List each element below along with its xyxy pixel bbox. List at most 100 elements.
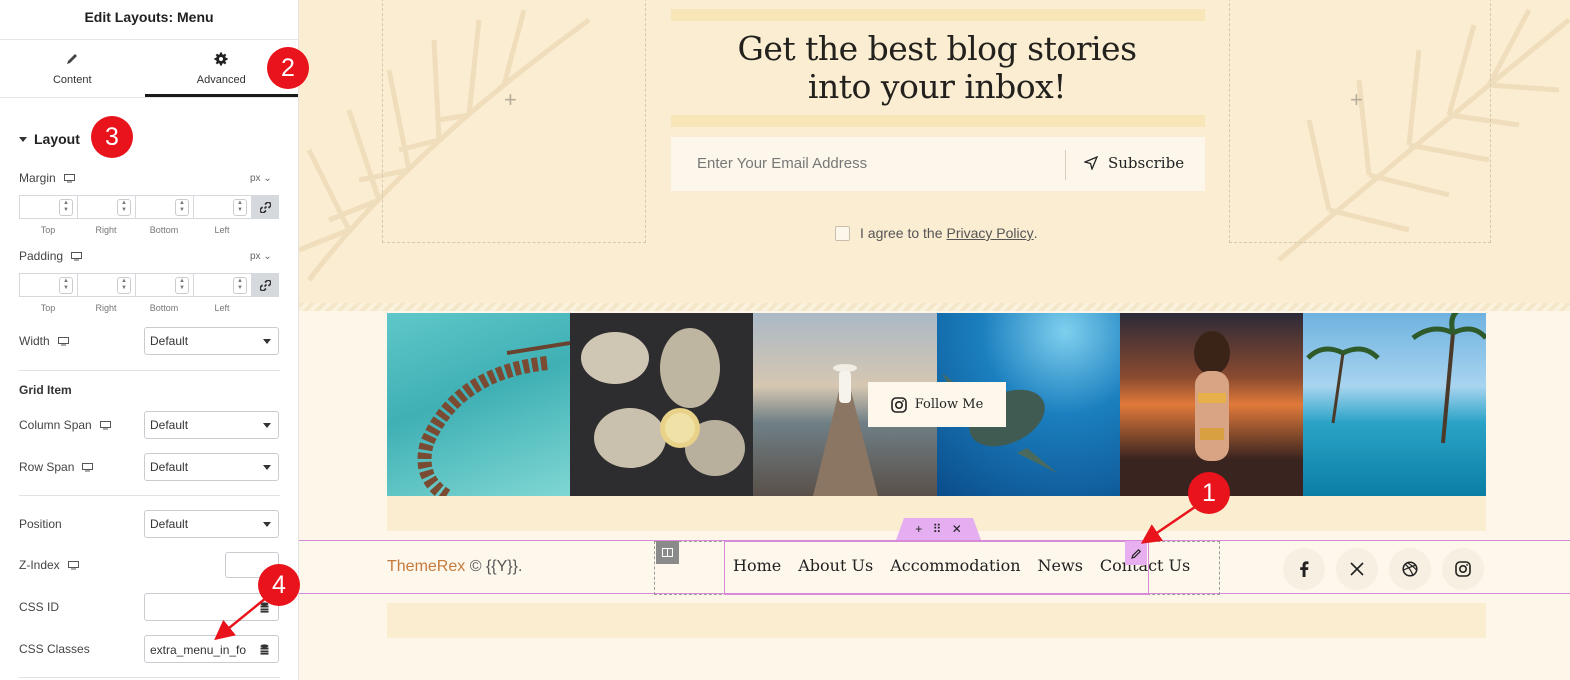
margin-unit-select[interactable]: px ⌄ [250,173,272,184]
brand-link[interactable]: ThemeRex [387,558,465,575]
desktop-icon[interactable] [63,173,75,183]
desktop-icon[interactable] [67,560,79,570]
margin-top-input[interactable]: ▲ ▼ [19,195,77,219]
divider [19,495,280,496]
subscribe-form: Enter Your Email Address Subscribe [671,137,1205,191]
menu-item-about-us[interactable]: About Us [798,556,873,575]
margin-bottom-input[interactable]: ▲ ▼ [135,195,193,219]
database-icon [260,601,268,613]
decor-strip [387,603,1486,638]
footer-menu: Home About Us Accommodation News Contact… [733,556,1190,575]
desktop-icon[interactable] [71,251,83,261]
social-facebook-button[interactable] [1283,548,1325,590]
gallery-image-oysters-lemon[interactable] [570,313,754,496]
agree-period: . [1033,225,1038,241]
agree-text: I agree to the [860,225,943,241]
close-icon[interactable]: ✕ [952,522,962,536]
facebook-icon [1300,561,1309,577]
gallery-image-woman-sunset[interactable] [1119,313,1303,496]
menu-item-home[interactable]: Home [733,556,781,575]
pencil-icon [1130,548,1141,559]
link-values-button[interactable] [251,195,279,219]
add-widget-plus-icon[interactable]: + [504,87,517,113]
decor-strip [671,115,1205,127]
row-span-select[interactable]: Default [144,453,279,481]
position-select[interactable]: Default [144,510,279,538]
social-x-button[interactable] [1336,548,1378,590]
empty-column-right[interactable]: + [1229,0,1491,243]
menu-item-news[interactable]: News [1038,556,1083,575]
padding-label-text: Padding [19,249,64,263]
add-element-icon[interactable]: + [915,522,922,536]
follow-me-label: Follow Me [914,397,984,412]
social-instagram-button[interactable] [1442,548,1484,590]
divider [19,370,280,371]
padding-right-input[interactable]: ▲ ▼ [77,273,135,297]
privacy-policy-link[interactable]: Privacy Policy [947,225,1034,241]
section-divider-stripe [299,303,1570,311]
padding-fields: ▲ ▼ ▲ ▼ ▲ ▼ ▲ ▼ [19,273,279,297]
spinner-icon[interactable]: ▲ ▼ [59,277,73,294]
spinner-icon[interactable]: ▲ ▼ [117,199,131,216]
section-layout-toggle[interactable]: Layout [19,131,80,147]
field-label: Right [95,225,117,235]
spinner-icon[interactable]: ▲ ▼ [233,277,247,294]
field-label: Bottom [149,225,179,235]
privacy-agreement: I agree to the Privacy Policy. [835,225,1038,241]
gallery-image-overwater-villas[interactable] [387,313,571,496]
padding-unit-select[interactable]: px ⌄ [250,251,272,262]
pencil-icon [0,52,145,70]
annotation-badge-3: 3 [91,116,133,158]
spinner-icon[interactable]: ▲ ▼ [233,199,247,216]
desktop-icon[interactable] [57,336,69,346]
annotation-badge-1: 1 [1188,472,1230,514]
spinner-icon[interactable]: ▲ ▼ [117,277,131,294]
width-label: Width [19,334,69,348]
add-widget-plus-icon[interactable]: + [1350,87,1363,113]
menu-item-accommodation[interactable]: Accommodation [890,556,1020,575]
link-values-button[interactable] [251,273,279,297]
dynamic-tags-button[interactable] [250,635,279,663]
field-label: Top [40,225,56,235]
spinner-icon[interactable]: ▲ ▼ [175,277,189,294]
tab-advanced-label: Advanced [196,74,246,86]
spinner-icon[interactable]: ▲ ▼ [59,199,73,216]
follow-me-button[interactable]: Follow Me [868,382,1006,427]
divider [19,677,280,678]
newsletter-title-line-2: into your inbox! [807,67,1067,106]
margin-label: Margin [19,171,75,185]
padding-left-input[interactable]: ▲ ▼ [193,273,251,297]
css-id-label: CSS ID [19,600,60,614]
copyright-year: © {{Y}}. [469,558,523,575]
margin-left-input[interactable]: ▲ ▼ [193,195,251,219]
social-dribbble-button[interactable] [1389,548,1431,590]
margin-label-text: Margin [19,171,56,185]
send-icon [1084,156,1098,170]
edit-widget-button[interactable] [1125,541,1147,565]
empty-column-left[interactable]: + [382,0,646,243]
padding-top-input[interactable]: ▲ ▼ [19,273,77,297]
padding-bottom-input[interactable]: ▲ ▼ [135,273,193,297]
instagram-icon [1455,561,1471,577]
css-classes-label: CSS Classes [19,642,90,656]
footer-container[interactable]: ThemeRex © {{Y}}. Home About Us Accommod… [299,540,1570,595]
desktop-icon[interactable] [99,420,111,430]
position-label: Position [19,517,62,531]
margin-unit: px [250,173,261,184]
css-id-input[interactable] [144,593,251,621]
column-span-select[interactable]: Default [144,411,279,439]
spinner-icon[interactable]: ▲ ▼ [175,199,189,216]
width-select[interactable]: Default [144,327,279,355]
email-input[interactable]: Enter Your Email Address [697,155,867,172]
drag-handle-icon[interactable]: ⠿ [933,522,942,536]
margin-right-input[interactable]: ▲ ▼ [77,195,135,219]
gallery-image-pool-palms[interactable] [1302,313,1487,496]
divider [1065,150,1066,180]
css-classes-input[interactable]: extra_menu_in_fo [144,635,251,663]
desktop-icon[interactable] [82,462,94,472]
column-handle[interactable] [656,541,679,564]
subscribe-button[interactable]: Subscribe [1084,154,1184,172]
tab-content[interactable]: Content [0,40,145,97]
agree-checkbox[interactable] [835,225,850,241]
padding-unit: px [250,251,261,262]
